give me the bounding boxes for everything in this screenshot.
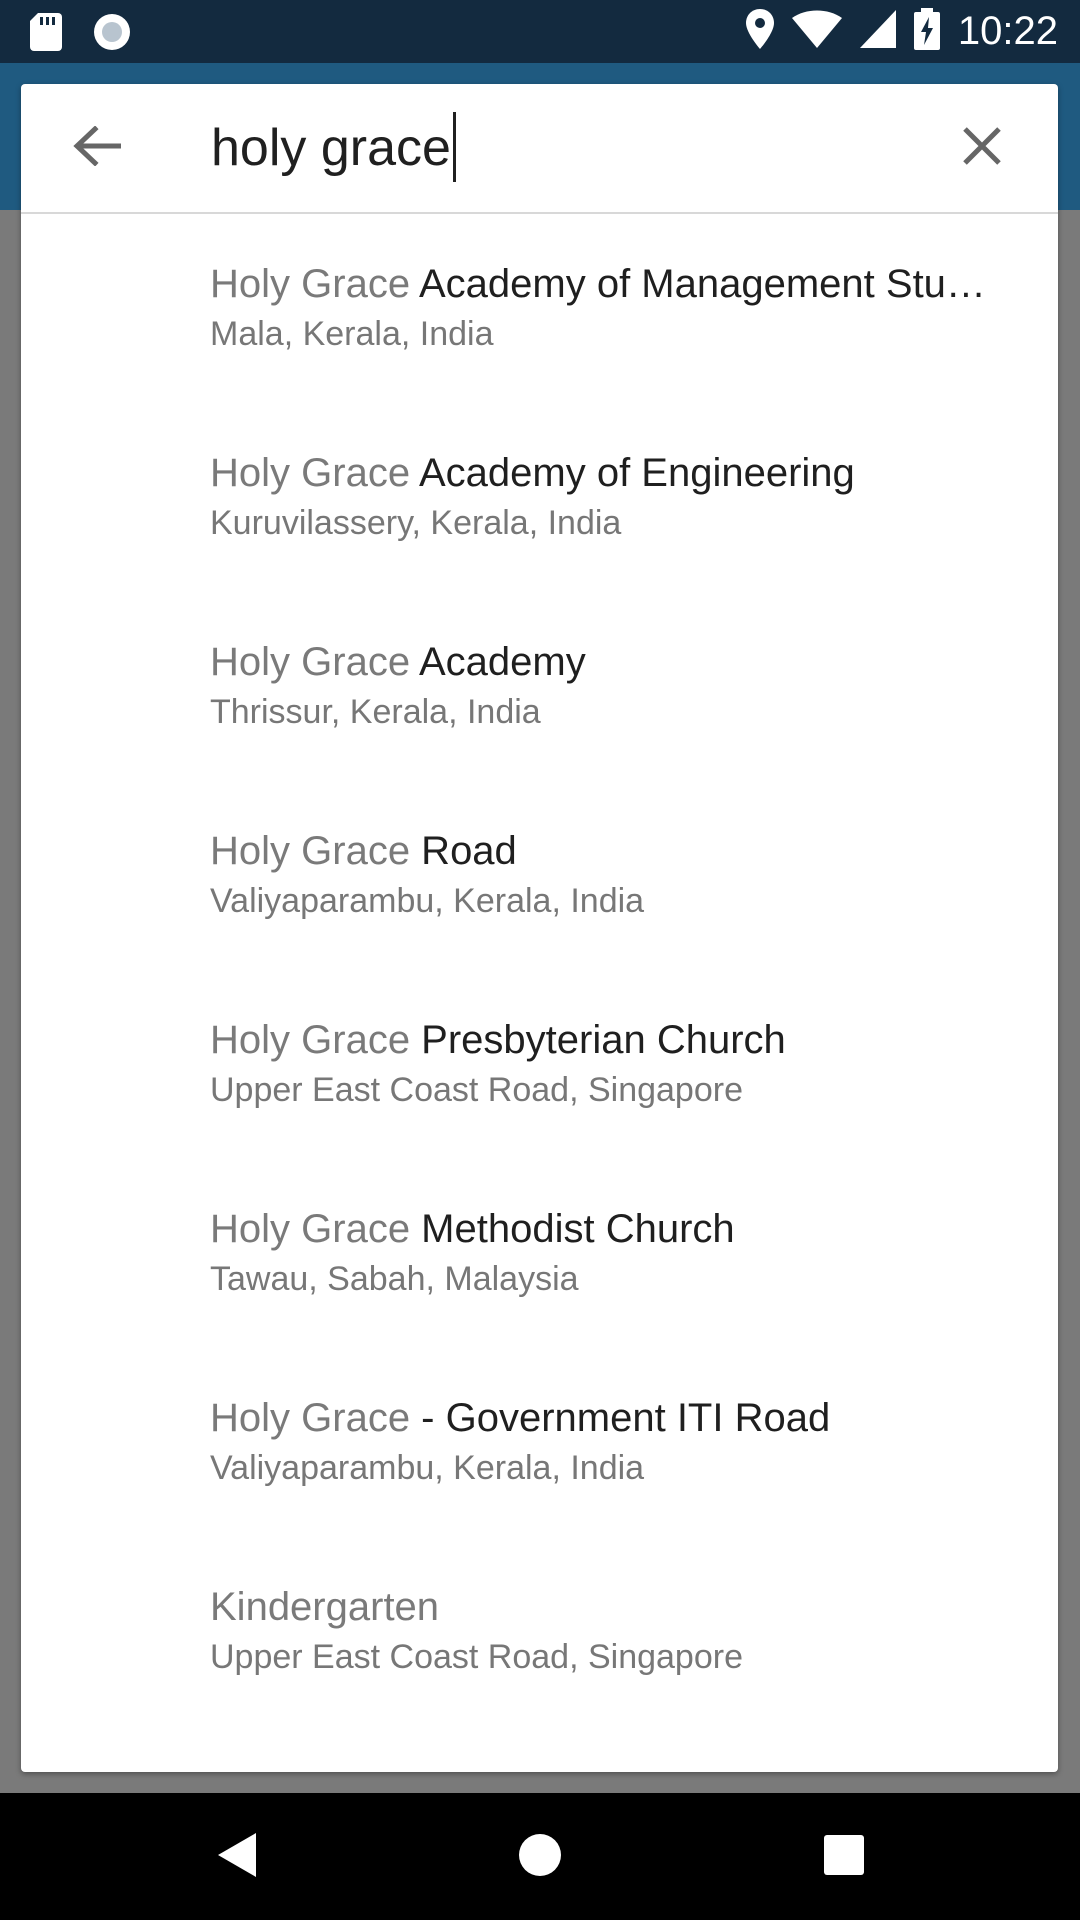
result-title: Holy Grace Methodist Church: [210, 1205, 1008, 1253]
result-item[interactable]: Holy Grace Presbyterian Church Upper Eas…: [21, 970, 1058, 1159]
result-match-text: Holy Grace: [210, 451, 411, 495]
result-rest-text: Road: [410, 829, 517, 873]
result-item[interactable]: Holy Grace Academy of Management Stu… Ma…: [21, 214, 1058, 403]
home-circle-icon: [517, 1832, 563, 1883]
result-rest-text: Presbyterian Church: [410, 1018, 786, 1062]
wifi-icon: [791, 10, 842, 53]
result-item[interactable]: Holy Grace Academy Thrissur, Kerala, Ind…: [21, 592, 1058, 781]
result-match-text: Holy Grace: [210, 1396, 411, 1440]
close-icon: [962, 126, 1002, 171]
result-rest-text: Methodist Church: [410, 1207, 735, 1251]
result-rest-text: - Government ITI Road: [410, 1396, 831, 1440]
result-item[interactable]: Kindergarten Upper East Coast Road, Sing…: [21, 1537, 1058, 1726]
nav-recents-button[interactable]: [818, 1831, 870, 1883]
result-subtitle: Valiyaparambu, Kerala, India: [210, 1449, 645, 1487]
result-match-text: Holy Grace: [210, 1018, 411, 1062]
text-cursor: [453, 112, 456, 182]
result-subtitle: Valiyaparambu, Kerala, India: [210, 882, 645, 920]
result-match-text: Holy Grace: [210, 640, 411, 684]
result-match-text: Holy Grace: [210, 262, 411, 306]
result-title: Holy Grace Academy of Management Stu…: [210, 260, 1008, 308]
result-item[interactable]: Holy Grace Road Valiyaparambu, Kerala, I…: [21, 781, 1058, 970]
status-time: 10:22: [957, 9, 1058, 53]
results-list: Holy Grace Academy of Management Stu… Ma…: [21, 214, 1058, 1726]
search-card: Holy Grace Academy of Management Stu… Ma…: [21, 84, 1058, 1772]
recents-square-icon: [823, 1834, 865, 1881]
result-match-text: Kindergarten: [210, 1585, 440, 1629]
result-title: Holy Grace Academy of Engineering: [210, 449, 1008, 497]
search-input[interactable]: [211, 108, 931, 188]
status-bar: 10:22: [0, 0, 1080, 63]
arrow-left-icon: [73, 124, 122, 171]
result-title: Holy Grace - Government ITI Road: [210, 1394, 1008, 1442]
result-rest-text: Academy: [410, 640, 586, 684]
clear-search-button[interactable]: [952, 118, 1012, 178]
result-rest-text: Academy of Engineering: [410, 451, 855, 495]
result-subtitle: Thrissur, Kerala, India: [210, 693, 541, 731]
location-icon: [745, 9, 774, 54]
battery-charging-icon: [913, 8, 940, 55]
nav-home-button[interactable]: [514, 1831, 566, 1883]
result-subtitle: Upper East Coast Road, Singapore: [210, 1071, 743, 1109]
result-match-text: Holy Grace: [210, 1207, 411, 1251]
result-title: Holy Grace Academy: [210, 638, 1008, 686]
status-right-icons: 10:22: [745, 8, 1058, 55]
cell-signal-icon: [859, 10, 896, 53]
result-rest-text: Academy of Management Stu…: [410, 262, 986, 306]
result-subtitle: Tawau, Sabah, Malaysia: [210, 1260, 579, 1298]
back-button[interactable]: [67, 118, 127, 178]
result-item[interactable]: Holy Grace Methodist Church Tawau, Sabah…: [21, 1159, 1058, 1348]
navigation-bar: [0, 1793, 1080, 1920]
result-subtitle: Mala, Kerala, India: [210, 315, 494, 353]
nav-back-button[interactable]: [212, 1831, 264, 1883]
result-title: Kindergarten: [210, 1583, 1008, 1631]
sd-card-icon: [30, 13, 62, 56]
result-subtitle: Upper East Coast Road, Singapore: [210, 1638, 743, 1676]
back-triangle-icon: [216, 1831, 260, 1884]
result-match-text: Holy Grace: [210, 829, 411, 873]
result-item[interactable]: Holy Grace Academy of Engineering Kuruvi…: [21, 403, 1058, 592]
status-left-icons: [30, 12, 132, 57]
record-icon: [92, 12, 132, 57]
search-bar: [21, 84, 1058, 214]
result-title: Holy Grace Presbyterian Church: [210, 1016, 1008, 1064]
result-item[interactable]: Holy Grace - Government ITI Road Valiyap…: [21, 1348, 1058, 1537]
result-title: Holy Grace Road: [210, 827, 1008, 875]
result-subtitle: Kuruvilassery, Kerala, India: [210, 504, 622, 542]
